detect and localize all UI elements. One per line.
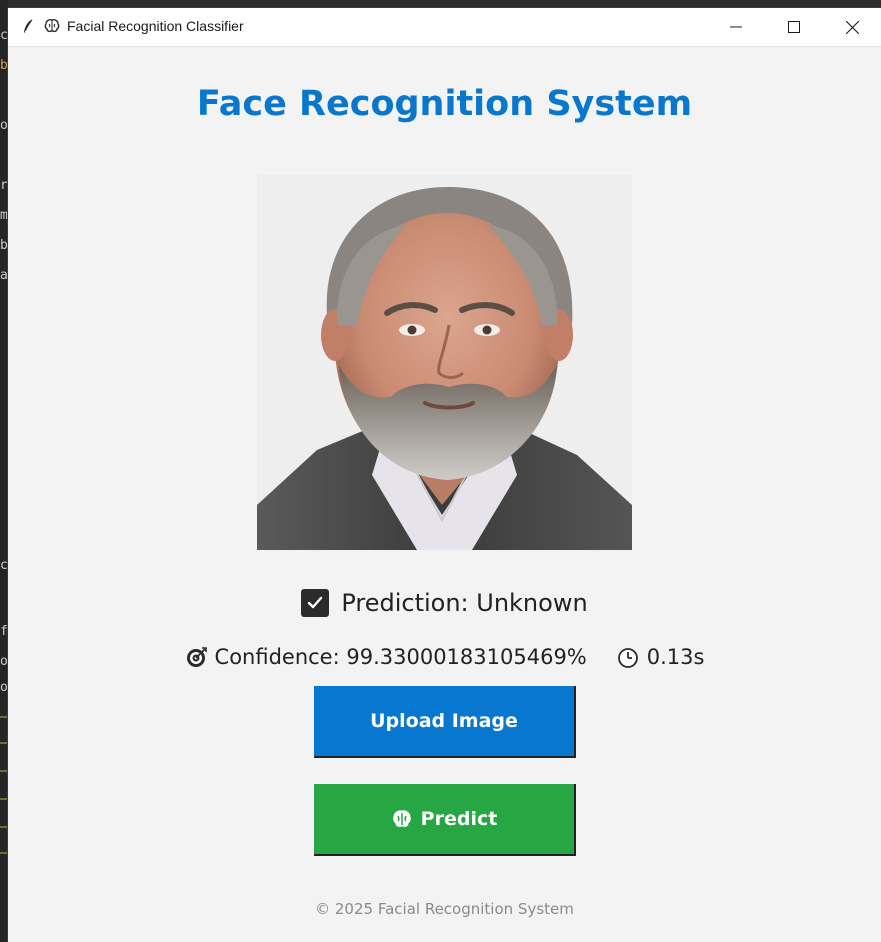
editor-marker	[0, 770, 8, 772]
prediction-label: Prediction: Unknown	[341, 589, 588, 617]
editor-marker	[0, 742, 8, 744]
editor-fragment: o	[0, 118, 8, 133]
background-app-strip	[0, 0, 881, 8]
brain-icon	[392, 810, 411, 827]
app-window: Facial Recognition Classifier Face Recog…	[8, 8, 881, 942]
target-icon	[186, 647, 207, 667]
editor-fragment: r	[0, 178, 8, 193]
feather-icon	[24, 18, 34, 33]
minimize-icon	[730, 26, 742, 28]
editor-fragment: m	[0, 208, 8, 223]
editor-marker	[0, 852, 8, 854]
editor-fragment: b	[0, 238, 8, 253]
prediction-row: Prediction: Unknown	[8, 586, 881, 620]
background-editor: c b o r m b a c f o o	[0, 0, 8, 942]
footer-copyright: © 2025 Facial Recognition System	[315, 900, 574, 918]
editor-fragment: c	[0, 28, 8, 43]
close-button[interactable]	[823, 8, 881, 46]
confidence-value: Confidence: 99.33000183105469%	[214, 645, 587, 669]
maximize-button[interactable]	[765, 8, 823, 46]
clock-icon	[617, 648, 638, 668]
editor-fragment: o	[0, 654, 8, 669]
predict-label: Predict	[420, 808, 498, 830]
editor-marker	[0, 826, 8, 828]
maximize-icon	[788, 21, 800, 33]
brain-icon	[44, 19, 60, 33]
check-icon	[301, 589, 330, 617]
editor-marker	[0, 716, 8, 718]
editor-fragment: c	[0, 558, 8, 573]
face-photo-illustration	[257, 175, 632, 550]
face-photo	[257, 175, 632, 550]
processing-time: 0.13s	[646, 645, 705, 669]
predict-button[interactable]: Predict	[314, 784, 576, 856]
confidence-row: Confidence: 99.33000183105469% 0.13s	[8, 642, 881, 672]
editor-fragment: a	[0, 268, 8, 283]
close-icon	[845, 20, 859, 34]
title-bar[interactable]: Facial Recognition Classifier	[8, 8, 881, 47]
window-title: Facial Recognition Classifier	[67, 18, 244, 34]
minimize-button[interactable]	[707, 8, 765, 46]
editor-fragment: o	[0, 680, 8, 695]
page-title: Face Recognition System	[196, 84, 693, 124]
upload-image-button[interactable]: Upload Image	[314, 686, 576, 758]
editor-fragment: b	[0, 58, 8, 73]
editor-marker	[0, 798, 8, 800]
upload-image-label: Upload Image	[370, 710, 518, 732]
editor-fragment: f	[0, 624, 8, 639]
